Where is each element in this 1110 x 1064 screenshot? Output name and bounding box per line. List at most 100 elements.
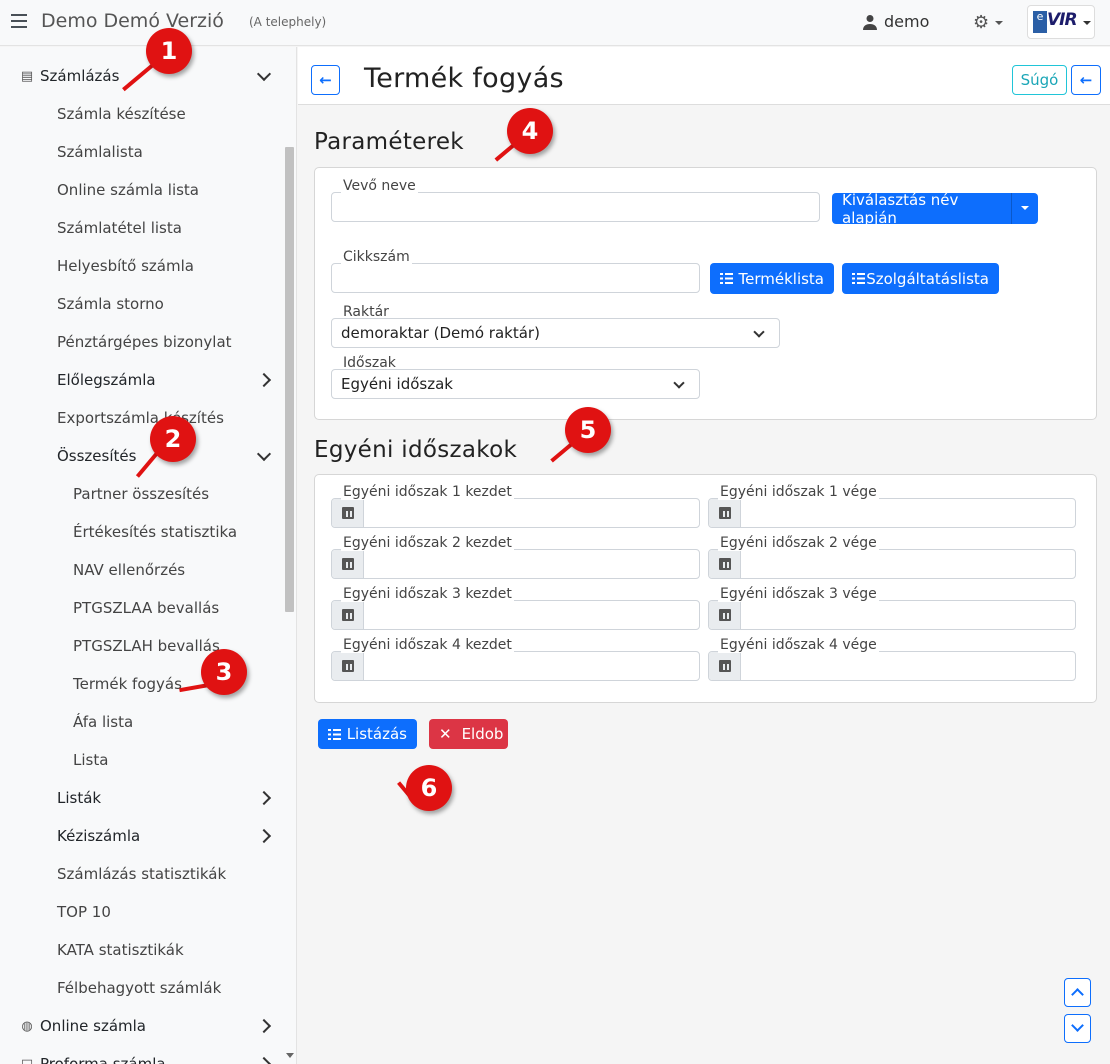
sidebar-item[interactable]: Félbehagyott számlák bbox=[57, 973, 221, 1003]
sidebar-item[interactable]: Online számla lista bbox=[57, 175, 199, 205]
date-label-end: Egyéni időszak 1 vége bbox=[718, 484, 879, 500]
scroll-bottom-button[interactable] bbox=[1064, 1014, 1091, 1043]
date-input-end[interactable] bbox=[708, 651, 1076, 681]
sidebar-item-label: Exportszámla készítés bbox=[57, 409, 224, 427]
calendar-button[interactable] bbox=[709, 550, 741, 578]
sidebar-item[interactable]: KATA statisztikák bbox=[57, 935, 184, 965]
sidebar-item[interactable]: PTGSZLAA bevallás bbox=[73, 593, 219, 623]
warehouse-label: Raktár bbox=[343, 304, 389, 320]
date-label-start: Egyéni időszak 4 kezdet bbox=[341, 637, 514, 653]
sidebar-item[interactable]: Előlegszámla bbox=[57, 365, 156, 395]
sidebar-item-label: Számla készítése bbox=[57, 105, 186, 123]
calendar-button[interactable] bbox=[709, 499, 741, 527]
select-by-name-dropdown[interactable] bbox=[1011, 193, 1038, 224]
date-label-end: Egyéni időszak 2 vége bbox=[718, 535, 879, 551]
buyer-name-input[interactable] bbox=[331, 192, 820, 222]
warehouse-value: demoraktar (Demó raktár) bbox=[341, 324, 540, 342]
app-switcher[interactable]: e VIR bbox=[1027, 5, 1095, 39]
product-list-button[interactable]: Terméklista bbox=[710, 263, 834, 294]
service-list-button[interactable]: Szolgáltatáslista bbox=[842, 263, 999, 294]
annotation-marker: 2 bbox=[150, 416, 196, 462]
sku-input[interactable] bbox=[331, 263, 700, 293]
gear-icon[interactable]: ⚙ bbox=[973, 12, 989, 33]
date-input-end[interactable] bbox=[708, 549, 1076, 579]
sidebar-item[interactable]: Számla storno bbox=[57, 289, 164, 319]
sidebar-item[interactable]: Exportszámla készítés bbox=[57, 403, 224, 433]
date-input-start[interactable] bbox=[331, 549, 700, 579]
sidebar-item-label: Helyesbítő számla bbox=[57, 257, 194, 275]
date-label-start: Egyéni időszak 1 kezdet bbox=[341, 484, 514, 500]
page-title: Termék fogyás bbox=[364, 63, 564, 94]
sidebar-item[interactable]: ◍ Online számla bbox=[20, 1011, 146, 1041]
date-input-start[interactable] bbox=[331, 600, 700, 630]
help-button[interactable]: Súgó bbox=[1012, 65, 1067, 95]
back-button[interactable]: ← bbox=[311, 65, 340, 95]
sidebar-item-label: Értékesítés statisztika bbox=[73, 523, 238, 541]
sidebar-item[interactable]: PTGSZLAH bevallás bbox=[73, 631, 220, 661]
buyer-name-label: Vevő neve bbox=[341, 178, 418, 194]
sidebar-item[interactable]: Listák bbox=[57, 783, 101, 813]
sidebar-item[interactable]: Termék fogyás bbox=[73, 669, 182, 699]
sidebar-item-label: Pénztárgépes bizonylat bbox=[57, 333, 232, 351]
scroll-top-button[interactable] bbox=[1064, 978, 1091, 1007]
globe-icon: ◍ bbox=[21, 1018, 33, 1034]
sidebar-item-label: Számlázás bbox=[40, 67, 120, 85]
annotation-marker: 5 bbox=[565, 407, 611, 453]
sidebar-item[interactable]: Számlatétel lista bbox=[57, 213, 182, 243]
sidebar-item[interactable]: Számlalista bbox=[57, 137, 143, 167]
calendar-icon bbox=[342, 660, 354, 672]
sidebar-item-label: Számlatétel lista bbox=[57, 219, 182, 237]
chevron-down-icon bbox=[753, 326, 765, 338]
sidebar-item-label: Számla storno bbox=[57, 295, 164, 313]
warehouse-select[interactable]: demoraktar (Demó raktár) bbox=[331, 318, 780, 348]
calendar-button[interactable] bbox=[709, 652, 741, 680]
date-input-end[interactable] bbox=[708, 498, 1076, 528]
sidebar-item[interactable]: NAV ellenőrzés bbox=[73, 555, 185, 585]
period-select[interactable]: Egyéni időszak bbox=[331, 369, 700, 399]
sidebar-item-label: Összesítés bbox=[57, 447, 137, 465]
date-input-start[interactable] bbox=[331, 651, 700, 681]
sidebar-item-label: TOP 10 bbox=[57, 903, 111, 921]
chevron-up-icon bbox=[1071, 988, 1084, 1001]
list-button[interactable]: Listázás bbox=[318, 719, 417, 749]
calendar-button[interactable] bbox=[332, 499, 364, 527]
sidebar-item-label: Termék fogyás bbox=[73, 675, 182, 693]
sidebar-item[interactable]: ▤ Számlázás bbox=[20, 61, 120, 91]
calendar-button[interactable] bbox=[332, 652, 364, 680]
sidebar-item[interactable]: Áfa lista bbox=[73, 707, 133, 737]
sidebar-item[interactable]: Pénztárgépes bizonylat bbox=[57, 327, 232, 357]
calendar-icon bbox=[719, 558, 731, 570]
user-icon bbox=[863, 14, 877, 30]
date-input-end[interactable] bbox=[708, 600, 1076, 630]
back-button-right[interactable]: ← bbox=[1071, 65, 1101, 95]
scroll-down-arrow[interactable] bbox=[286, 1053, 294, 1058]
sidebar-item-label: KATA statisztikák bbox=[57, 941, 184, 959]
sidebar-item[interactable]: Lista bbox=[73, 745, 108, 775]
sidebar-item[interactable]: Számla készítése bbox=[57, 99, 186, 129]
sidebar-item[interactable]: Összesítés bbox=[57, 441, 136, 471]
sidebar-scrollbar[interactable] bbox=[285, 147, 294, 612]
calendar-button[interactable] bbox=[332, 601, 364, 629]
user-name: demo bbox=[884, 12, 930, 31]
sidebar-item-label: Partner összesítés bbox=[73, 485, 210, 503]
select-by-name-button[interactable]: Kiválasztás név alapján bbox=[832, 191, 1012, 227]
date-input-start[interactable] bbox=[331, 498, 700, 528]
sidebar-item[interactable]: □ Proforma számla bbox=[20, 1049, 166, 1064]
square-icon: □ bbox=[20, 1056, 34, 1064]
sidebar-item[interactable]: Értékesítés statisztika bbox=[73, 517, 237, 547]
discard-button[interactable]: ✕ Eldob bbox=[429, 719, 508, 749]
calendar-icon bbox=[342, 507, 354, 519]
calendar-icon bbox=[719, 507, 731, 519]
calendar-icon bbox=[719, 660, 731, 672]
sidebar-item[interactable]: Kéziszámla bbox=[57, 821, 140, 851]
sidebar-item[interactable]: Partner összesítés bbox=[73, 479, 209, 509]
user-menu[interactable]: demo bbox=[862, 12, 929, 31]
sidebar-item[interactable]: Számlázás statisztikák bbox=[57, 859, 226, 889]
sidebar-item[interactable]: TOP 10 bbox=[57, 897, 111, 927]
calendar-button[interactable] bbox=[332, 550, 364, 578]
calendar-button[interactable] bbox=[709, 601, 741, 629]
calendar-icon bbox=[719, 609, 731, 621]
sidebar-item-label: Lista bbox=[73, 751, 109, 769]
menu-icon[interactable] bbox=[11, 14, 27, 28]
sidebar-item[interactable]: Helyesbítő számla bbox=[57, 251, 194, 281]
